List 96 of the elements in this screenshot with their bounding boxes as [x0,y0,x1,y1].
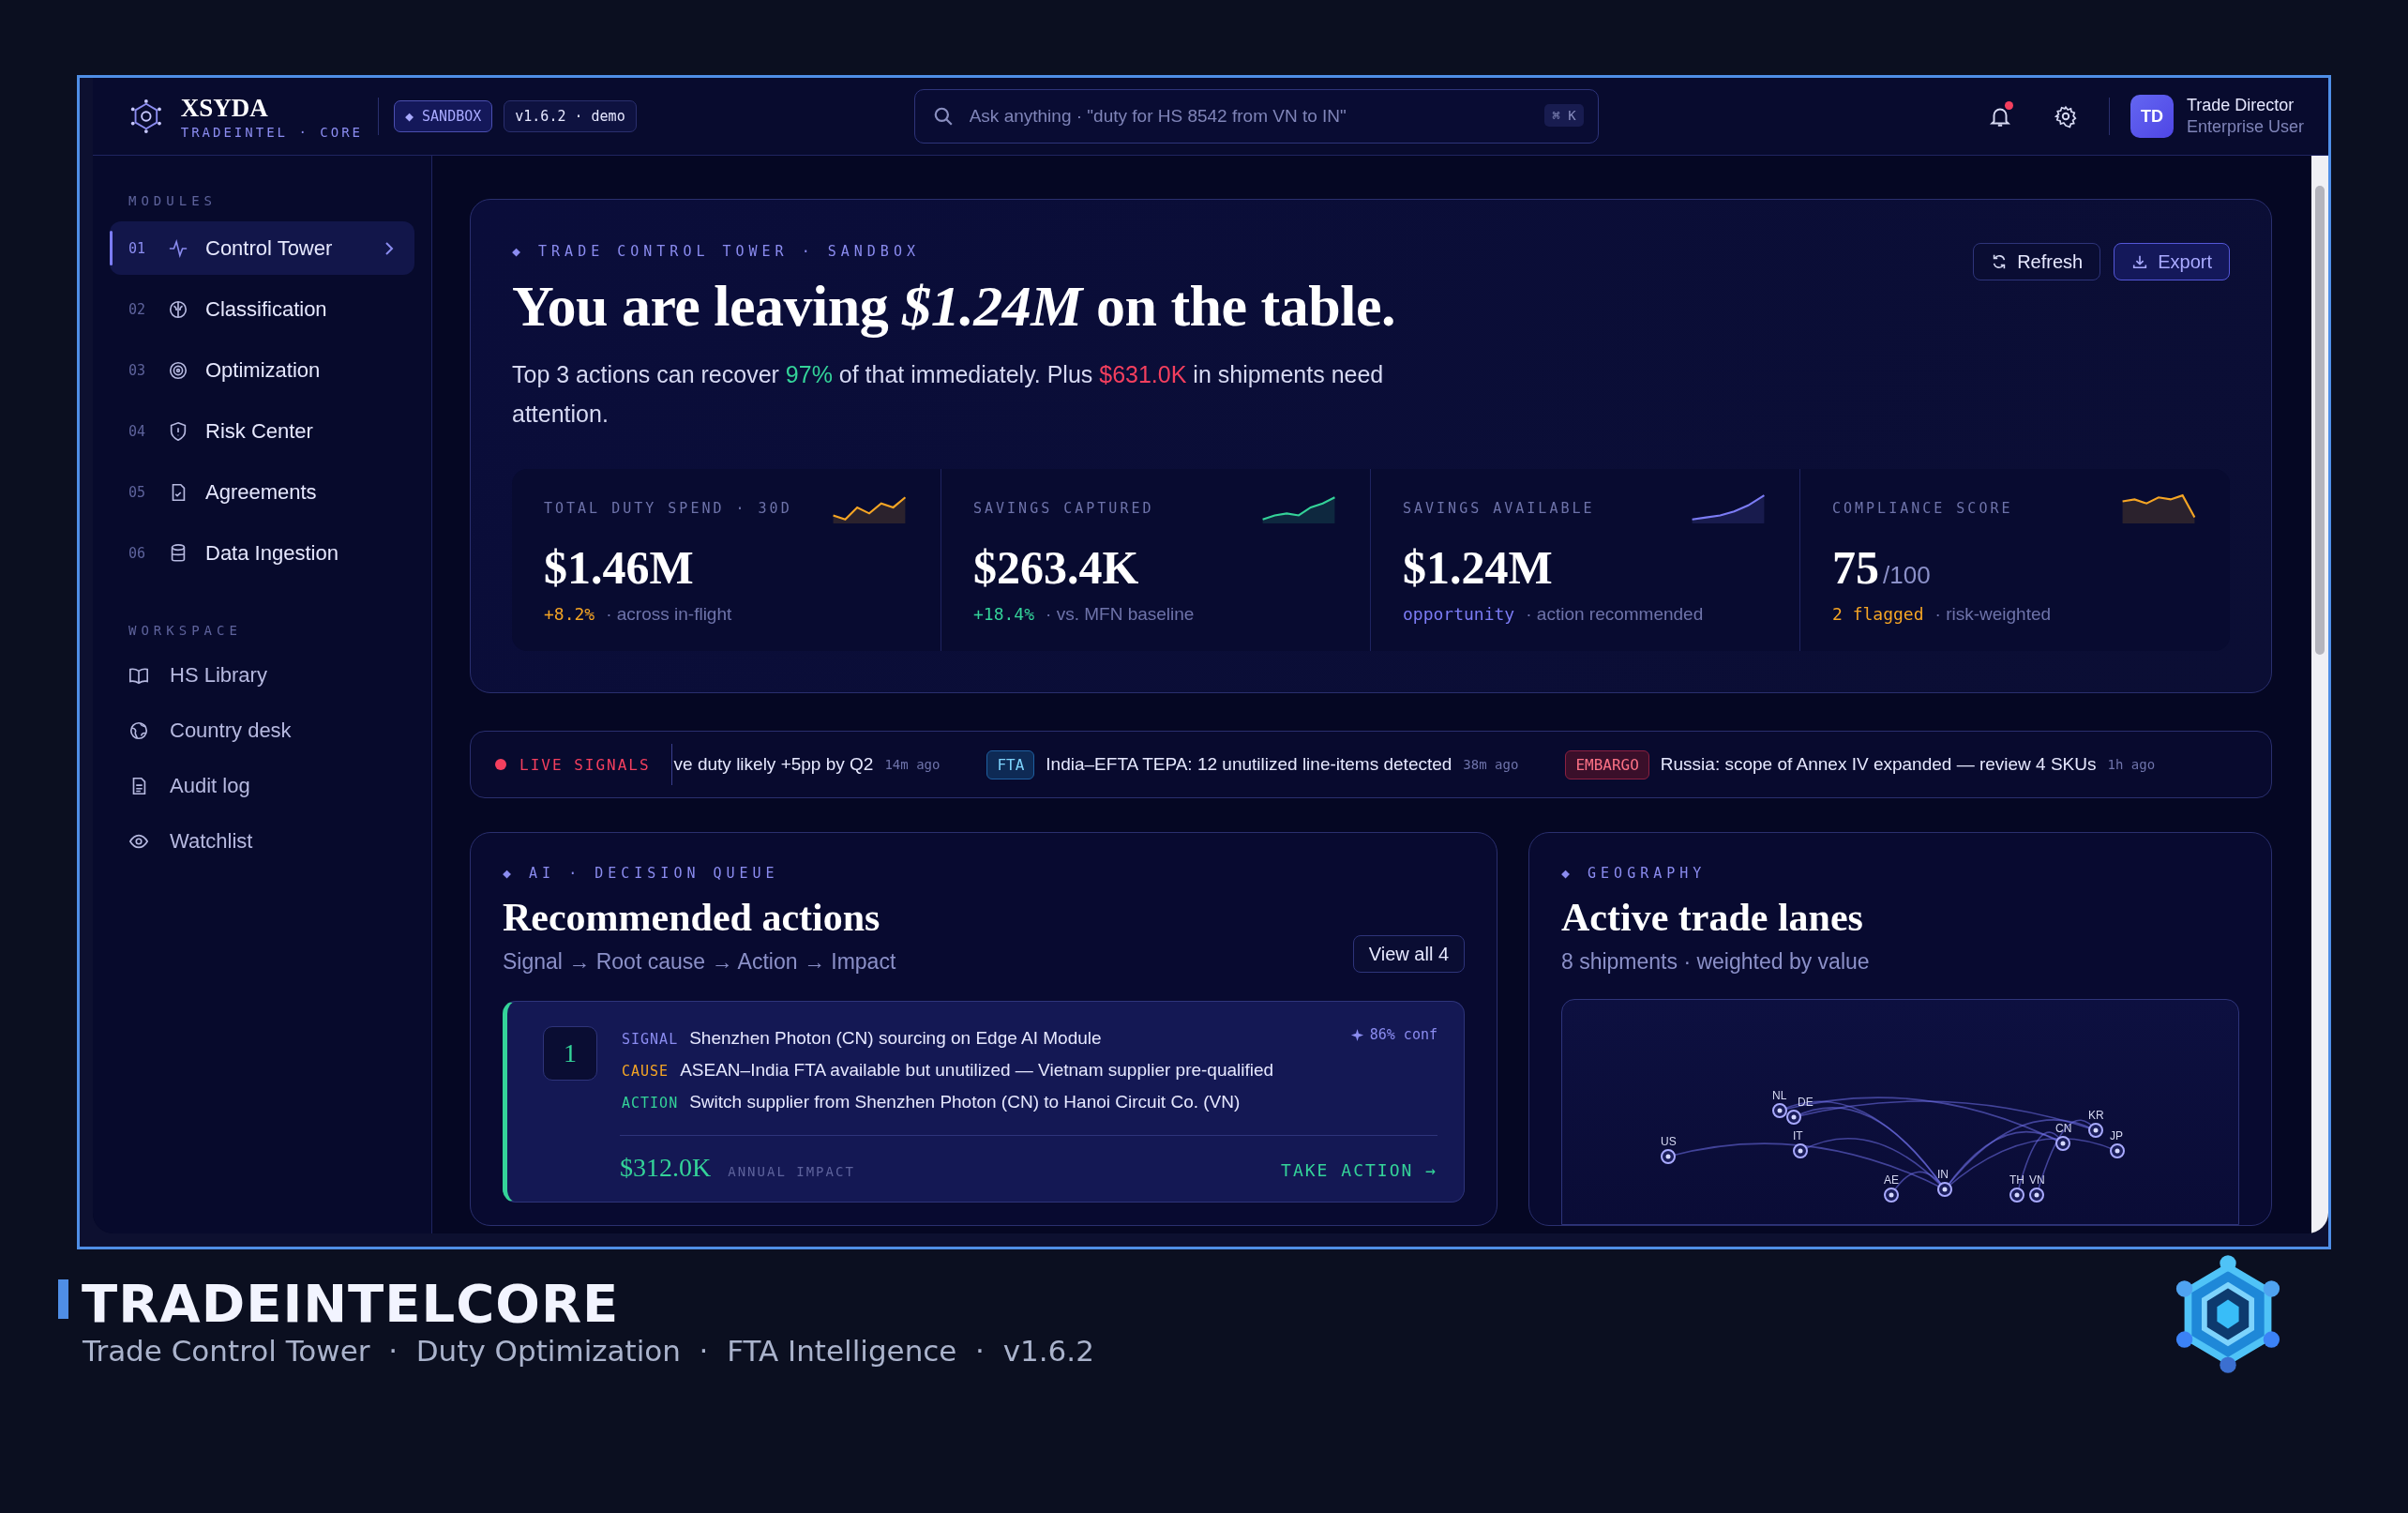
kpi-delta: +8.2% [544,604,595,624]
shield-icon [168,420,188,442]
section-heading: MODULES [128,193,218,208]
kpi-label: TOTAL DUTY SPEND · 30D [544,500,792,517]
view-all-button[interactable]: View all 4 [1352,935,1465,973]
signal-time: 14m ago [884,757,941,772]
kpi-value: $1.46M [544,540,694,595]
signal-tag: EMBARGO [1565,749,1649,779]
sidebar-item[interactable]: HS Library [110,651,414,699]
caption-subtitle: Trade Control Tower · Duty Optimization · FTA Intelligence · v1.6.2 [83,1334,1094,1368]
signal-text: India–EFTA TEPA: 12 unutilized line-items detected [1046,754,1452,775]
sidebar-item[interactable]: Watchlist [110,817,414,865]
kpi-value: $263.4K [973,540,1139,595]
kpi-note: · vs. MFN baseline [1046,604,1195,625]
sparkle-icon [1349,1027,1364,1042]
settings-icon [2053,104,2078,129]
kpi-value: 75 [1832,540,1879,595]
brand-tagline: TRADEINTEL · CORE [180,124,363,140]
map-label: US [1661,1135,1677,1148]
map-label: JP [2110,1129,2123,1142]
kpi-note: · action recommended [1526,604,1704,625]
shortcut-hint: ⌘ K [1544,104,1584,127]
accent-bar [58,1279,68,1319]
map-label: VN [2029,1173,2045,1187]
impact-label: ANNUAL IMPACT [728,1164,855,1179]
take-action-link[interactable]: TAKE ACTION → [1281,1160,1437,1180]
search-icon [932,106,954,127]
card-subtitle: 8 shipments · weighted by value [1561,949,1871,975]
line-label: ACTION [622,1095,679,1112]
pulse-icon [168,237,188,259]
brand-name: XSYDA [180,93,269,123]
rank-badge: 1 [543,1026,597,1081]
line-text: ASEAN–India FTA available but unutilized — Vietnam supplier pre-qualified [680,1060,1274,1081]
user-avatar[interactable]: TD [2130,95,2174,138]
kpi-label: SAVINGS CAPTURED [973,500,1154,517]
sidebar-item[interactable]: Audit log [110,762,414,809]
kpi-note: · across in-flight [606,604,732,625]
kpi-suffix: /100 [1883,561,1931,590]
map-label: DE [1798,1096,1814,1109]
scrollbar[interactable] [2311,156,2328,1233]
impact-value: $312.0K [620,1153,712,1183]
kpi-value: $1.24M [1403,540,1553,595]
summary-text: Top 3 actions can recover 97% of that immediately. Plus $631.0K in shipments need attention. [512,360,1385,429]
line-label: SIGNAL [622,1031,679,1048]
map-label: NL [1772,1089,1787,1102]
section-heading: WORKSPACE [128,623,243,638]
map-label: TH [2009,1173,2024,1187]
map-label: KR [2088,1109,2104,1122]
map-label: IN [1937,1168,1949,1181]
version-badge: v1.6.2 · demo [504,100,637,132]
chevron-icon [384,240,394,256]
signal-text: Russia: scope of Annex IV expanded — review 4 SKUs [1660,754,2097,775]
map-label: CN [2055,1122,2072,1135]
refresh-button[interactable]: Refresh [1973,243,2101,280]
map-label: AE [1884,1173,1899,1187]
sidebar-item[interactable]: 04 Risk Center [110,404,414,458]
sidebar-item[interactable]: 02 Classification [110,282,414,336]
headline: You are leaving $1.24M on the table. [512,273,1396,340]
map-label: IT [1793,1129,1803,1142]
signal-time: 1h ago [2107,757,2156,772]
kpi-delta: 2 flagged [1832,604,1924,624]
hexagon-logo-icon [2174,1253,2282,1375]
kpi-delta: opportunity [1403,604,1515,624]
sidebar-item[interactable]: Country desk [110,706,414,754]
card-subtitle: Signal → Root cause → Action → Impact [503,949,896,974]
signal-time: 38m ago [1463,757,1519,772]
signal-tag: FTA [986,749,1035,779]
line-text: Shenzhen Photon (CN) sourcing on Edge AI Module [689,1028,1102,1049]
sidebar-item[interactable]: 06 Data Ingestion [110,526,414,580]
globe-icon [128,719,149,741]
eyebrow-label: ◆ AI · DECISION QUEUE [503,865,780,882]
card-title: Active trade lanes [1561,895,1864,940]
hexagon-logo-icon [128,98,164,135]
user-name: Trade Director [2186,96,2295,115]
sidebar-item[interactable]: 05 Agreements [110,465,414,519]
sidebar-item[interactable]: 03 Optimization [110,343,414,397]
eyebrow-label: ◆ GEOGRAPHY [1561,865,1708,882]
kpi-note: · risk-weighted [1934,604,2052,625]
target-icon [168,359,188,381]
line-text: Switch supplier from Shenzhen Photon (CN) to Hanoi Circuit Co. (VN) [689,1092,1241,1112]
caption-title: TRADEINTELCORE [82,1278,620,1330]
live-signals-label: LIVE SIGNALS [519,755,651,774]
kpi-label: SAVINGS AVAILABLE [1403,500,1595,517]
confidence-label: 86% conf [1369,1026,1437,1043]
sidebar-item[interactable]: 01 Control Tower [110,221,414,275]
card-title: Recommended actions [503,895,881,940]
signal-text: ve duty likely +5pp by Q2 [673,754,874,775]
export-button[interactable]: Export [2114,243,2230,280]
line-label: CAUSE [622,1063,670,1080]
user-role: Enterprise User [2186,117,2304,137]
kpi-delta: +18.4% [973,604,1035,624]
download-icon [2131,253,2149,270]
eyebrow-label: ◆ TRADE CONTROL TOWER · SANDBOX [512,243,920,260]
kpi-label: COMPLIANCE SCORE [1832,500,2013,517]
environment-badge: ◆ SANDBOX [394,100,493,132]
live-dot-icon [495,759,506,770]
